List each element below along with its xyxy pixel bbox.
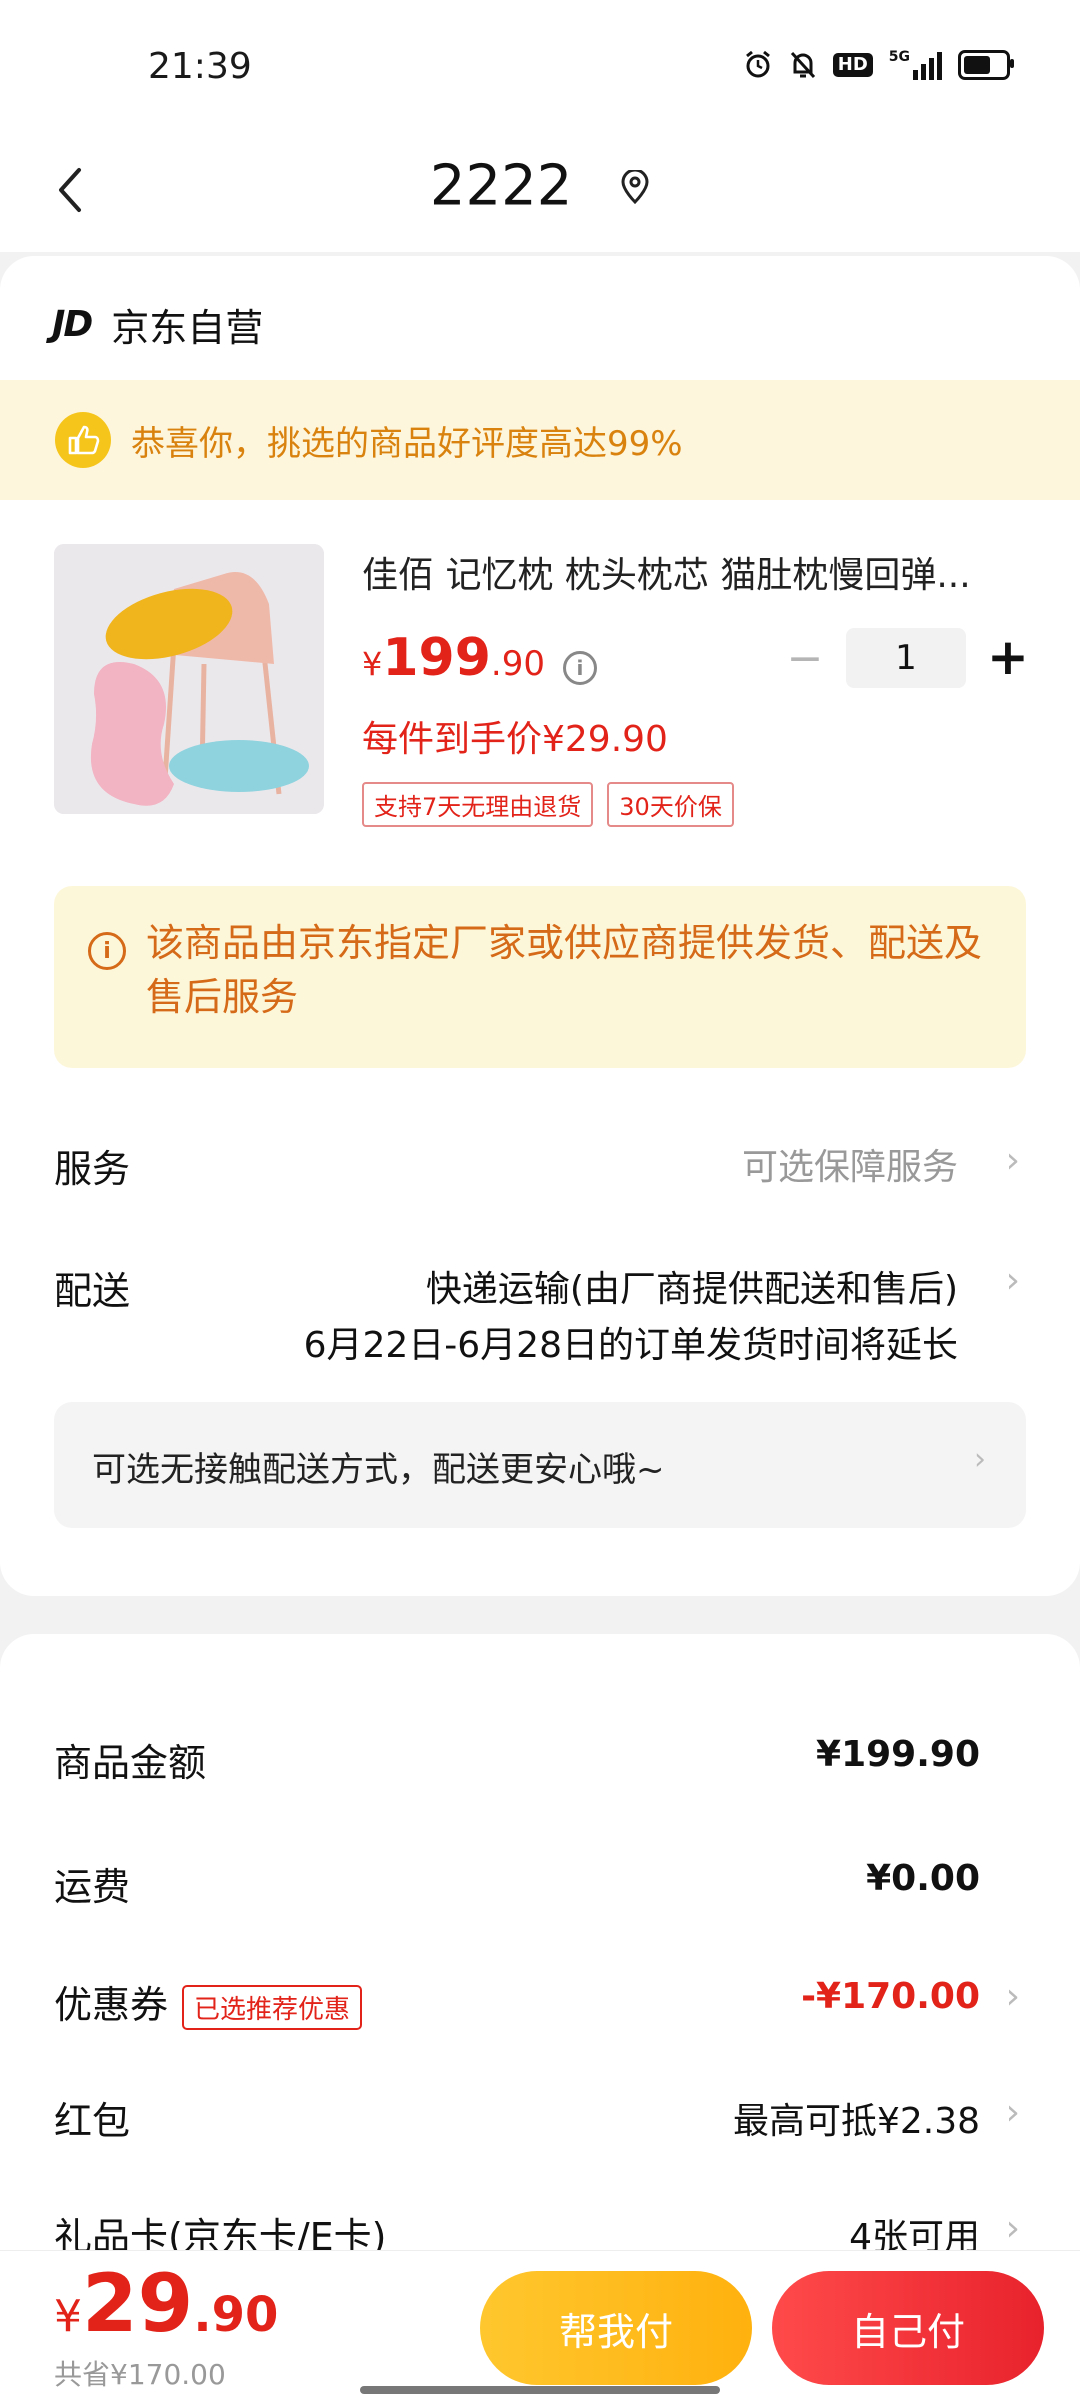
location-pin-icon[interactable] xyxy=(620,153,650,218)
thumbs-up-icon xyxy=(55,412,111,468)
home-indicator[interactable] xyxy=(360,2386,720,2394)
help-me-pay-button[interactable]: 帮我付 xyxy=(480,2271,752,2385)
price-decimal: .90 xyxy=(490,644,545,684)
coupon-value[interactable]: -¥170.00 xyxy=(801,1976,980,2017)
saved-amount: 共省¥170.00 xyxy=(54,2358,226,2391)
delivery-label: 配送 xyxy=(54,1269,131,1313)
chevron-right-icon[interactable]: › xyxy=(1006,1976,1020,2017)
shipping-value: ¥0.00 xyxy=(866,1858,980,1899)
product-tags: 支持7天无理由退货 30天价保 xyxy=(362,782,734,827)
price-integer: 199 xyxy=(382,628,491,688)
goods-amount-label: 商品金额 xyxy=(54,1741,207,1785)
network-label: 5G xyxy=(888,49,910,65)
supplier-notice: i 该商品由京东指定厂家或供应商提供发货、配送及售后服务 xyxy=(54,886,1026,1068)
5g-signal-icon: 5G xyxy=(889,50,942,80)
coupon-recommended-tag: 已选推荐优惠 xyxy=(182,1985,363,2030)
chevron-right-icon[interactable]: › xyxy=(1006,2208,1020,2249)
alarm-icon xyxy=(743,50,773,80)
chevron-right-icon[interactable]: › xyxy=(1006,2092,1020,2133)
goods-amount-value: ¥199.90 xyxy=(816,1734,980,1775)
product-price: ¥ 199 .90 i xyxy=(362,628,597,688)
red-packet-label: 红包 xyxy=(54,2099,131,2143)
delivery-method[interactable]: 快递运输(由厂商提供配送和售后) xyxy=(426,1260,958,1312)
product-title[interactable]: 佳佰 记忆枕 枕头枕芯 猫肚枕慢回弹... xyxy=(362,546,1012,598)
total-decimal: .90 xyxy=(193,2287,279,2343)
order-item-card: JD 京东自营 恭喜你，挑选的商品好评度高达99% 佳佰 记忆枕 枕头枕芯 猫肚… xyxy=(0,256,1080,1596)
status-bar: 21:39 HD 5G xyxy=(0,0,1080,130)
nav-bar: 2222 xyxy=(0,130,1080,252)
page-title-row: 2222 xyxy=(0,150,1080,218)
total-symbol: ¥ xyxy=(54,2291,82,2342)
pay-myself-button[interactable]: 自己付 xyxy=(772,2271,1044,2385)
chevron-right-icon[interactable]: › xyxy=(1006,1260,1020,1301)
quantity-increase-button[interactable]: + xyxy=(980,628,1036,688)
page-title: 2222 xyxy=(429,153,573,219)
delivery-delay-note: 6月22日-6月28日的订单发货时间将延长 xyxy=(303,1325,958,1366)
service-value[interactable]: 可选保障服务 xyxy=(742,1138,958,1190)
unit-final-price: 每件到手价¥29.90 xyxy=(362,719,668,760)
contactless-text: 可选无接触配送方式，配送更安心哦~ xyxy=(92,1450,665,1490)
product-image[interactable] xyxy=(54,544,324,814)
notice-text: 该商品由京东指定厂家或供应商提供发货、配送及售后服务 xyxy=(146,921,983,1019)
bell-off-icon xyxy=(789,50,817,80)
battery-icon xyxy=(958,50,1014,80)
checkout-bar: ¥ 29 .90 共省¥170.00 帮我付 自己付 xyxy=(0,2250,1080,2401)
shop-name: 京东自营 xyxy=(111,305,264,350)
info-icon[interactable]: i xyxy=(562,651,597,685)
jd-logo: JD xyxy=(52,303,93,345)
total-integer: 29 xyxy=(82,2257,194,2350)
red-packet-value[interactable]: 最高可抵¥2.38 xyxy=(733,2092,980,2144)
coupon-row-label: 优惠券 已选推荐优惠 xyxy=(54,1974,363,2030)
status-icons: HD 5G xyxy=(743,50,1014,80)
coupon-label: 优惠券 xyxy=(54,1983,169,2027)
price-symbol: ¥ xyxy=(362,645,383,683)
return-policy-tag: 支持7天无理由退货 xyxy=(362,782,594,827)
status-time: 21:39 xyxy=(148,46,252,87)
price-protection-tag: 30天价保 xyxy=(607,782,734,827)
service-label: 服务 xyxy=(54,1147,131,1191)
chevron-right-icon: › xyxy=(974,1442,986,1477)
shipping-label: 运费 xyxy=(54,1865,131,1909)
shop-row[interactable]: JD 京东自营 xyxy=(52,294,263,354)
total-price: ¥ 29 .90 xyxy=(54,2257,278,2350)
quantity-input[interactable]: 1 xyxy=(846,628,966,688)
info-icon: i xyxy=(88,932,126,970)
quantity-decrease-button[interactable]: − xyxy=(780,634,830,684)
praise-banner: 恭喜你，挑选的商品好评度高达99% xyxy=(0,380,1080,500)
praise-text: 恭喜你，挑选的商品好评度高达99% xyxy=(131,423,683,464)
chevron-right-icon[interactable]: › xyxy=(1006,1140,1020,1181)
contactless-delivery-option[interactable]: 可选无接触配送方式，配送更安心哦~ › xyxy=(54,1402,1026,1528)
hd-icon: HD xyxy=(832,53,873,77)
